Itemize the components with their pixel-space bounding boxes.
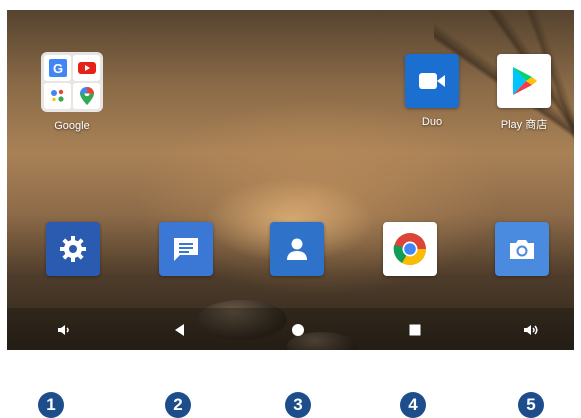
chrome-icon bbox=[383, 222, 437, 276]
volume-down-icon bbox=[58, 325, 69, 335]
home-screen: G Google Duo Play 商店 bbox=[7, 10, 574, 350]
back-icon bbox=[175, 324, 184, 336]
camera-app[interactable] bbox=[487, 222, 557, 276]
folder-icon: G bbox=[41, 52, 103, 112]
play-store-icon bbox=[497, 54, 551, 108]
duo-app[interactable]: Duo bbox=[397, 54, 467, 128]
youtube-icon bbox=[73, 55, 100, 81]
folder-label: Google bbox=[54, 120, 90, 132]
settings-app[interactable] bbox=[38, 222, 108, 276]
settings-icon bbox=[46, 222, 100, 276]
home-button[interactable] bbox=[286, 318, 310, 342]
maps-icon bbox=[73, 83, 100, 109]
messages-icon bbox=[159, 222, 213, 276]
google-search-icon: G bbox=[44, 55, 71, 81]
svg-text:G: G bbox=[52, 61, 62, 76]
recents-button[interactable] bbox=[403, 318, 427, 342]
home-icon bbox=[292, 324, 304, 336]
play-store-app[interactable]: Play 商店 bbox=[489, 54, 559, 132]
recents-icon bbox=[409, 324, 421, 336]
play-store-label: Play 商店 bbox=[500, 119, 548, 131]
callout-3: 3 bbox=[285, 392, 311, 418]
volume-up-icon bbox=[524, 325, 538, 335]
volume-down-button[interactable] bbox=[52, 318, 76, 342]
duo-label: Duo bbox=[421, 116, 443, 128]
navigation-bar bbox=[7, 308, 574, 350]
callout-5: 5 bbox=[518, 392, 544, 418]
contacts-app[interactable] bbox=[262, 222, 332, 276]
callout-1: 1 bbox=[38, 392, 64, 418]
duo-icon bbox=[405, 54, 459, 108]
google-folder[interactable]: G Google bbox=[37, 52, 107, 132]
messages-app[interactable] bbox=[151, 222, 221, 276]
camera-icon bbox=[495, 222, 549, 276]
assistant-icon bbox=[44, 83, 71, 109]
chrome-app[interactable] bbox=[375, 222, 445, 276]
back-button[interactable] bbox=[168, 318, 192, 342]
callout-2: 2 bbox=[165, 392, 191, 418]
volume-up-button[interactable] bbox=[519, 318, 543, 342]
callout-4: 4 bbox=[400, 392, 426, 418]
contacts-icon bbox=[270, 222, 324, 276]
